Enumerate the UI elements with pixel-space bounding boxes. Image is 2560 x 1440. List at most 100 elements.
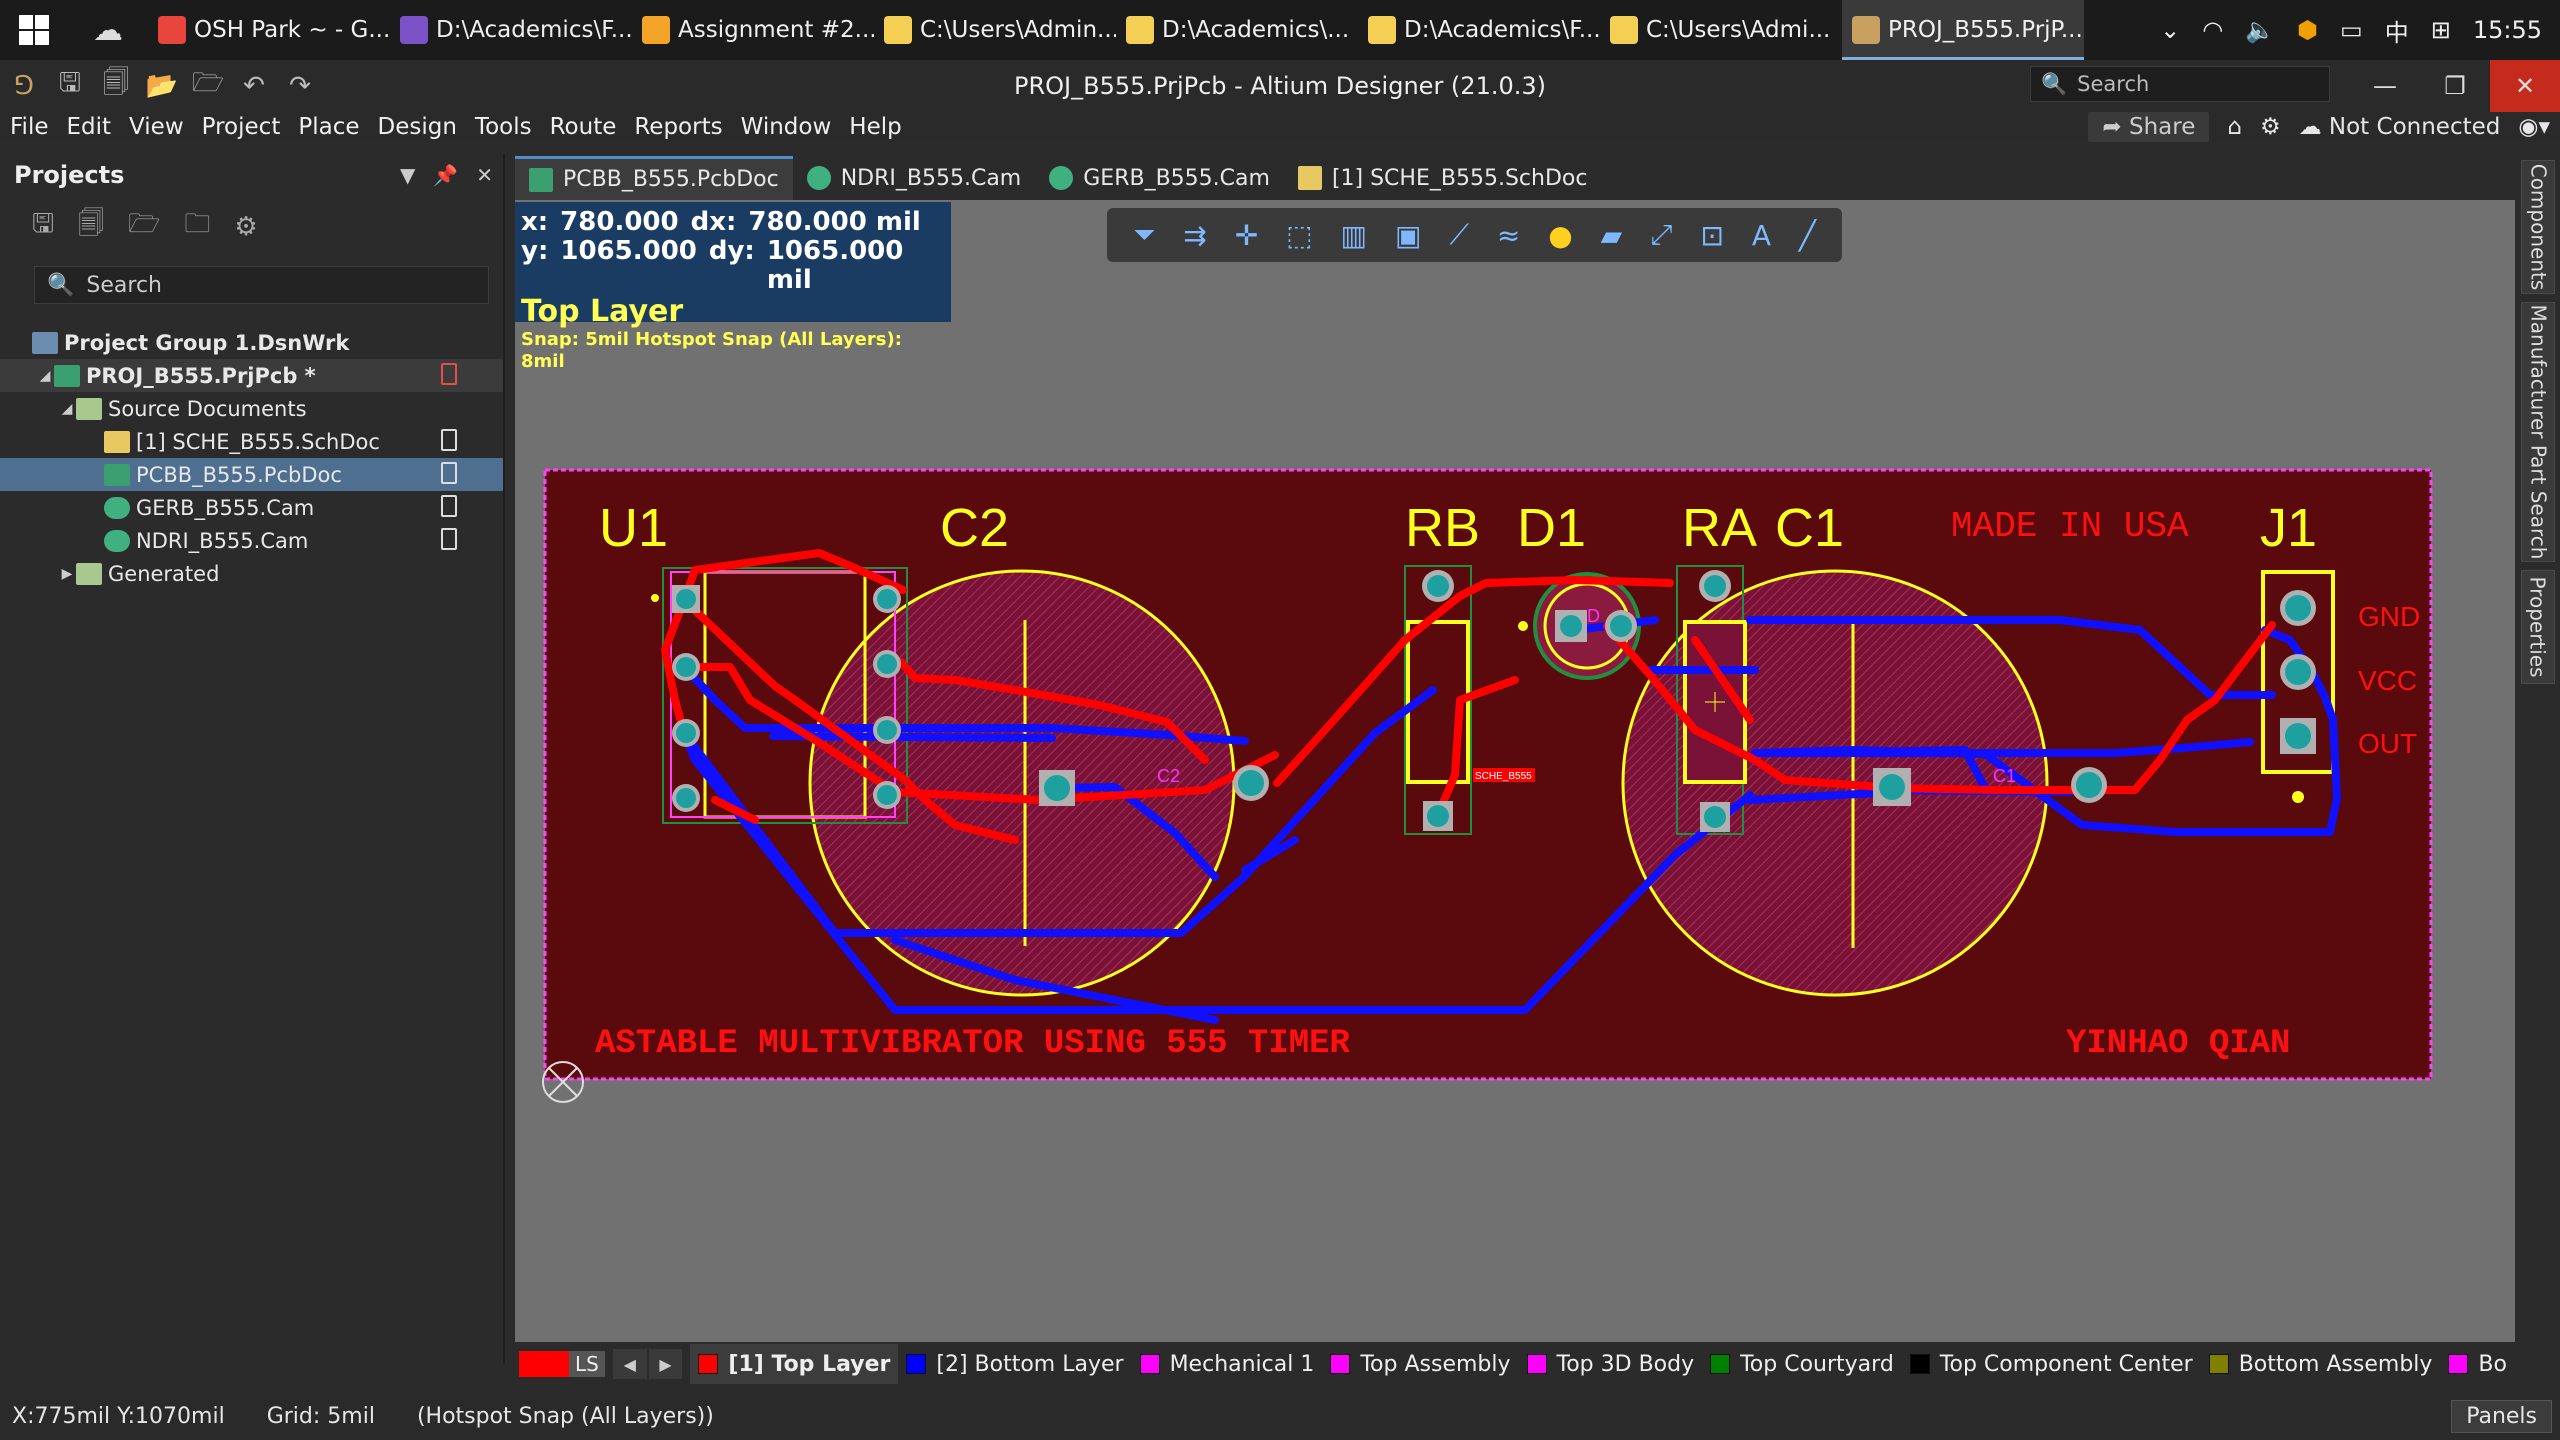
panel-menu-chevron-icon[interactable]: ▼ — [400, 163, 415, 187]
taskbar-item[interactable]: D:\Academics\F... — [390, 0, 632, 60]
tree-item-schdoc[interactable]: [1] SCHE_B555.SchDoc — [0, 425, 503, 458]
layer-tab[interactable]: Top Component Center — [1902, 1344, 2201, 1384]
align-icon[interactable]: ▥ — [1341, 219, 1367, 252]
menu-window[interactable]: Window — [731, 114, 840, 140]
settings-gear-icon[interactable]: ⚙ — [234, 212, 257, 242]
open-icon[interactable]: 📂 — [146, 70, 178, 102]
layer-scroll-right-icon[interactable]: ▶ — [648, 1349, 683, 1379]
tree-item-pcbdoc[interactable]: PCBB_B555.PcbDoc — [0, 458, 503, 491]
gear-icon[interactable]: ⚙ — [2260, 114, 2281, 140]
menu-file[interactable]: File — [0, 114, 57, 140]
taskbar-item[interactable]: Assignment #2... — [632, 0, 874, 60]
taskbar-item[interactable]: PROJ_B555.PrjP... — [1842, 0, 2084, 60]
minimize-button[interactable]: — — [2350, 60, 2420, 112]
home-icon[interactable]: ⌂ — [2227, 114, 2242, 140]
open-project-icon[interactable]: 🗁 — [192, 68, 224, 102]
taskbar-item[interactable]: D:\Academics\F... — [1358, 0, 1600, 60]
menu-tools[interactable]: Tools — [465, 114, 540, 140]
via-icon[interactable]: ● — [1548, 219, 1572, 252]
route-icon[interactable]: ⟋ — [1449, 218, 1469, 252]
menu-place[interactable]: Place — [288, 114, 367, 140]
volume-icon[interactable]: 🔈 — [2245, 16, 2275, 44]
save-project-icon[interactable]: 🖫 — [32, 205, 54, 249]
taskbar-item[interactable]: C:\Users\Admi... — [1600, 0, 1842, 60]
windows-start-button[interactable] — [0, 0, 68, 60]
line-icon[interactable]: ╱ — [1799, 219, 1816, 252]
keyboard-icon[interactable]: ⊞ — [2431, 16, 2451, 44]
redo-icon[interactable]: ↷ — [284, 70, 316, 102]
system-tray: ⌄ ◠ 🔈 ⬢ ▭ 中 ⊞ 15:55 — [2160, 0, 2560, 60]
tab-ndri-cam[interactable]: NDRI_B555.Cam — [793, 156, 1036, 200]
polygon-icon[interactable]: ▰ — [1601, 219, 1623, 252]
properties-panel-tab[interactable]: Properties — [2521, 570, 2555, 684]
tab-schdoc[interactable]: [1] SCHE_B555.SchDoc — [1284, 156, 1602, 200]
layer-tab[interactable]: [2] Bottom Layer — [898, 1344, 1131, 1384]
tree-item-project-group[interactable]: Project Group 1.DsnWrk — [0, 326, 503, 359]
folder-open-icon[interactable]: 🗁 — [128, 205, 160, 249]
share-button[interactable]: ➦ Share — [2088, 112, 2210, 142]
text-icon[interactable]: A — [1752, 219, 1771, 252]
layer-tab[interactable]: Mechanical 1 — [1132, 1344, 1323, 1384]
filter-icon[interactable]: ⏷ — [1133, 218, 1155, 252]
select-area-icon[interactable]: ⬚ — [1286, 219, 1312, 252]
tree-item-gerb-cam[interactable]: GERB_B555.Cam — [0, 491, 503, 524]
layer-tab[interactable]: Bottom Assembly — [2201, 1344, 2441, 1384]
measure-icon[interactable]: ⊡ — [1701, 219, 1724, 252]
tree-item-generated[interactable]: ▶ Generated — [0, 557, 503, 590]
panels-button[interactable]: Panels — [2451, 1400, 2552, 1433]
layer-scroll-left-icon[interactable]: ◀ — [612, 1349, 647, 1379]
menu-reports[interactable]: Reports — [624, 114, 730, 140]
components-panel-tab[interactable]: Components — [2521, 160, 2555, 294]
network-app-icon[interactable]: ☁ — [68, 0, 148, 60]
layer-tab[interactable]: Top Courtyard — [1702, 1344, 1902, 1384]
taskbar-item[interactable]: OSH Park ~ - G... — [148, 0, 390, 60]
interactive-route-icon[interactable]: ⇉ — [1183, 219, 1206, 252]
restore-button[interactable]: ❐ — [2420, 60, 2490, 112]
save-all-icon[interactable]: 🗐 — [100, 68, 132, 102]
shield-icon[interactable]: ⬢ — [2297, 16, 2318, 44]
copy-icon[interactable]: 🗐 — [78, 205, 104, 249]
tab-gerb-cam[interactable]: GERB_B555.Cam — [1035, 156, 1284, 200]
battery-icon[interactable]: ▭ — [2340, 16, 2363, 44]
tree-item-project[interactable]: ◢ PROJ_B555.PrjPcb * — [0, 359, 503, 392]
taskbar-item[interactable]: C:\Users\Admin... — [874, 0, 1116, 60]
menu-edit[interactable]: Edit — [57, 114, 120, 140]
undo-icon[interactable]: ↶ — [238, 70, 270, 102]
crosshair-icon[interactable]: ✛ — [1235, 219, 1258, 252]
tab-pcbdoc[interactable]: PCBB_B555.PcbDoc — [515, 156, 793, 200]
pcb-editor-canvas[interactable]: U1 C2 RB D1 RA C1 J1 MADE IN USA GND VCC… — [515, 200, 2515, 1342]
menu-view[interactable]: View — [119, 114, 192, 140]
user-account-icon[interactable]: ◉▾ — [2518, 114, 2550, 140]
menu-design[interactable]: Design — [368, 114, 465, 140]
collapse-arrow-icon[interactable]: ◢ — [58, 401, 76, 417]
component-icon[interactable]: ▣ — [1395, 219, 1421, 252]
layer-tab[interactable]: Top 3D Body — [1519, 1344, 1703, 1384]
diff-pair-icon[interactable]: ≈ — [1497, 219, 1520, 252]
taskbar-item[interactable]: D:\Academics\... — [1116, 0, 1358, 60]
ime-indicator[interactable]: 中 — [2385, 13, 2409, 48]
tree-item-ndri-cam[interactable]: NDRI_B555.Cam — [0, 524, 503, 557]
folder-settings-icon[interactable]: 🗀 — [184, 205, 210, 249]
dimension-icon[interactable]: ⤢ — [1650, 218, 1672, 252]
tree-item-source-documents[interactable]: ◢ Source Documents — [0, 392, 503, 425]
collapse-arrow-icon[interactable]: ◢ — [36, 368, 54, 384]
layer-tab[interactable]: Bo — [2440, 1344, 2515, 1384]
clock[interactable]: 15:55 — [2473, 16, 2542, 44]
title-search-box[interactable]: 🔍 Search — [2030, 66, 2330, 102]
save-icon[interactable]: 🖫 — [54, 68, 86, 102]
expand-arrow-icon[interactable]: ▶ — [58, 566, 76, 582]
menu-project[interactable]: Project — [192, 114, 289, 140]
close-panel-icon[interactable]: ✕ — [476, 163, 493, 187]
menu-help[interactable]: Help — [839, 114, 909, 140]
layer-tab[interactable]: Top Assembly — [1322, 1344, 1518, 1384]
chevron-up-icon[interactable]: ⌄ — [2160, 16, 2180, 44]
projects-search-input[interactable]: 🔍 Search — [34, 266, 489, 304]
wifi-icon[interactable]: ◠ — [2202, 16, 2223, 44]
layer-tab[interactable]: [1] Top Layer — [690, 1344, 899, 1384]
pin-icon[interactable]: 📌 — [433, 163, 458, 187]
close-button[interactable]: ✕ — [2490, 60, 2560, 112]
layer-set-selector[interactable]: LS — [519, 1351, 605, 1377]
menu-route[interactable]: Route — [540, 114, 625, 140]
connection-status[interactable]: ☁ Not Connected — [2299, 114, 2501, 140]
manufacturer-part-search-tab[interactable]: Manufacturer Part Search — [2521, 302, 2555, 562]
